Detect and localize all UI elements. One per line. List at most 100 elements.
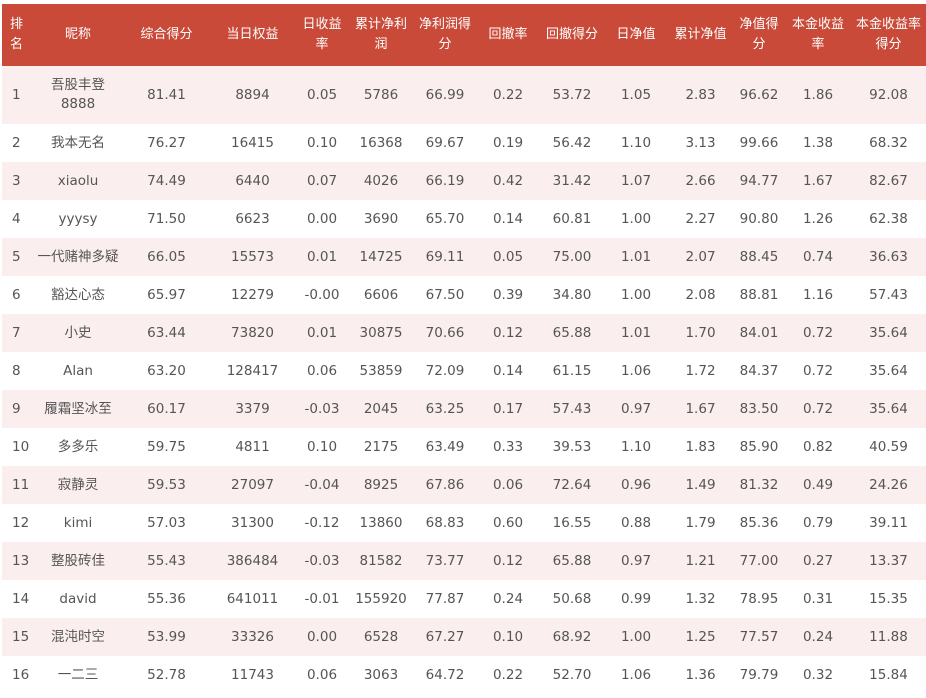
cell-score: 52.78 (124, 656, 209, 694)
cell-score: 63.44 (124, 314, 209, 352)
cell-score: 59.75 (124, 428, 209, 466)
cell-score: 74.49 (124, 162, 209, 200)
cell-nickname: 一代赌神多疑 (32, 238, 124, 276)
cell-cum-nav: 1.79 (668, 504, 733, 542)
column-header-daily-return: 日收益率 (296, 4, 348, 66)
cell-cum-profit: 81582 (348, 542, 414, 580)
table-row: 14 david 55.36 641011 -0.01 155920 77.87 0.24 50… (2, 580, 926, 618)
cell-rank: 13 (2, 542, 32, 580)
cell-drawdown-score: 68.92 (540, 618, 604, 656)
cell-daily-nav: 0.99 (604, 580, 668, 618)
cell-rank: 16 (2, 656, 32, 694)
cell-nav-score: 99.66 (733, 124, 785, 162)
cell-drawdown: 0.14 (476, 352, 540, 390)
cell-cum-profit: 2175 (348, 428, 414, 466)
cell-cum-profit: 2045 (348, 390, 414, 428)
cell-drawdown: 0.24 (476, 580, 540, 618)
cell-nickname: kimi (32, 504, 124, 542)
cell-profit-score: 63.25 (414, 390, 476, 428)
column-header-drawdown-score: 回撤得分 (540, 4, 604, 66)
cell-principal-return-score: 62.38 (851, 200, 926, 238)
cell-daily-nav: 1.10 (604, 428, 668, 466)
cell-drawdown: 0.12 (476, 314, 540, 352)
cell-cum-nav: 2.08 (668, 276, 733, 314)
cell-rank: 5 (2, 238, 32, 276)
cell-cum-nav: 1.67 (668, 390, 733, 428)
cell-daily-nav: 0.97 (604, 390, 668, 428)
cell-profit-score: 63.49 (414, 428, 476, 466)
table-row: 11 寂静灵 59.53 27097 -0.04 8925 67.86 0.06 72.64 0.… (2, 466, 926, 504)
table-row: 16 一二三 52.78 11743 0.06 3063 64.72 0.22 52.70 1.0… (2, 656, 926, 694)
cell-daily-return: 0.00 (296, 618, 348, 656)
cell-cum-nav: 2.83 (668, 66, 733, 124)
cell-profit-score: 70.66 (414, 314, 476, 352)
cell-nickname: david (32, 580, 124, 618)
cell-nickname: 豁达心态 (32, 276, 124, 314)
cell-cum-nav: 1.21 (668, 542, 733, 580)
cell-principal-return: 0.27 (785, 542, 851, 580)
cell-drawdown: 0.10 (476, 618, 540, 656)
cell-daily-return: 0.01 (296, 238, 348, 276)
cell-rank: 6 (2, 276, 32, 314)
cell-daily-return: -0.04 (296, 466, 348, 504)
cell-daily-nav: 1.01 (604, 238, 668, 276)
cell-daily-return: 0.06 (296, 352, 348, 390)
ranking-table: 排名 昵称 综合得分 当日权益 日收益率 累计净利润 净利润得分 回撤率 回撤得分 日净值 累计净值… (2, 4, 926, 694)
cell-daily-nav: 1.05 (604, 66, 668, 124)
cell-nav-score: 83.50 (733, 390, 785, 428)
cell-rank: 2 (2, 124, 32, 162)
cell-daily-nav: 0.96 (604, 466, 668, 504)
table-row: 5 一代赌神多疑 66.05 15573 0.01 14725 69.11 0.05 75.00… (2, 238, 926, 276)
cell-cum-nav: 3.13 (668, 124, 733, 162)
cell-principal-return-score: 39.11 (851, 504, 926, 542)
cell-profit-score: 64.72 (414, 656, 476, 694)
column-header-cum-nav: 累计净值 (668, 4, 733, 66)
cell-equity: 31300 (209, 504, 296, 542)
cell-principal-return: 1.26 (785, 200, 851, 238)
column-header-score: 综合得分 (124, 4, 209, 66)
cell-drawdown-score: 56.42 (540, 124, 604, 162)
table-body: 1 吾股丰登8888 81.41 8894 0.05 5786 66.99 0.22 53.72… (2, 66, 926, 694)
cell-nav-score: 85.36 (733, 504, 785, 542)
cell-nav-score: 84.01 (733, 314, 785, 352)
cell-principal-return: 0.72 (785, 390, 851, 428)
cell-cum-profit: 53859 (348, 352, 414, 390)
cell-principal-return-score: 92.08 (851, 66, 926, 124)
cell-cum-nav: 1.49 (668, 466, 733, 504)
cell-profit-score: 67.27 (414, 618, 476, 656)
cell-cum-profit: 5786 (348, 66, 414, 124)
cell-drawdown-score: 31.42 (540, 162, 604, 200)
table-row: 8 Alan 63.20 128417 0.06 53859 72.09 0.14 61.15 1… (2, 352, 926, 390)
cell-equity: 16415 (209, 124, 296, 162)
column-header-principal-return-score: 本金收益率得分 (851, 4, 926, 66)
cell-profit-score: 68.83 (414, 504, 476, 542)
cell-cum-profit: 6528 (348, 618, 414, 656)
cell-rank: 8 (2, 352, 32, 390)
cell-equity: 128417 (209, 352, 296, 390)
cell-equity: 3379 (209, 390, 296, 428)
cell-principal-return-score: 24.26 (851, 466, 926, 504)
cell-score: 53.99 (124, 618, 209, 656)
column-header-daily-nav: 日净值 (604, 4, 668, 66)
cell-principal-return-score: 36.63 (851, 238, 926, 276)
cell-score: 76.27 (124, 124, 209, 162)
cell-score: 59.53 (124, 466, 209, 504)
cell-drawdown-score: 57.43 (540, 390, 604, 428)
ranking-page: 排名 昵称 综合得分 当日权益 日收益率 累计净利润 净利润得分 回撤率 回撤得分 日净值 累计净值… (0, 0, 926, 698)
cell-score: 66.05 (124, 238, 209, 276)
cell-cum-nav: 2.27 (668, 200, 733, 238)
cell-equity: 4811 (209, 428, 296, 466)
cell-daily-return: 0.10 (296, 124, 348, 162)
cell-daily-nav: 0.88 (604, 504, 668, 542)
cell-principal-return-score: 57.43 (851, 276, 926, 314)
cell-principal-return: 0.79 (785, 504, 851, 542)
cell-drawdown: 0.14 (476, 200, 540, 238)
cell-nav-score: 85.90 (733, 428, 785, 466)
cell-drawdown-score: 65.88 (540, 542, 604, 580)
cell-equity: 386484 (209, 542, 296, 580)
cell-cum-nav: 1.32 (668, 580, 733, 618)
cell-drawdown: 0.39 (476, 276, 540, 314)
cell-nickname: Alan (32, 352, 124, 390)
cell-principal-return: 0.82 (785, 428, 851, 466)
cell-principal-return-score: 35.64 (851, 314, 926, 352)
